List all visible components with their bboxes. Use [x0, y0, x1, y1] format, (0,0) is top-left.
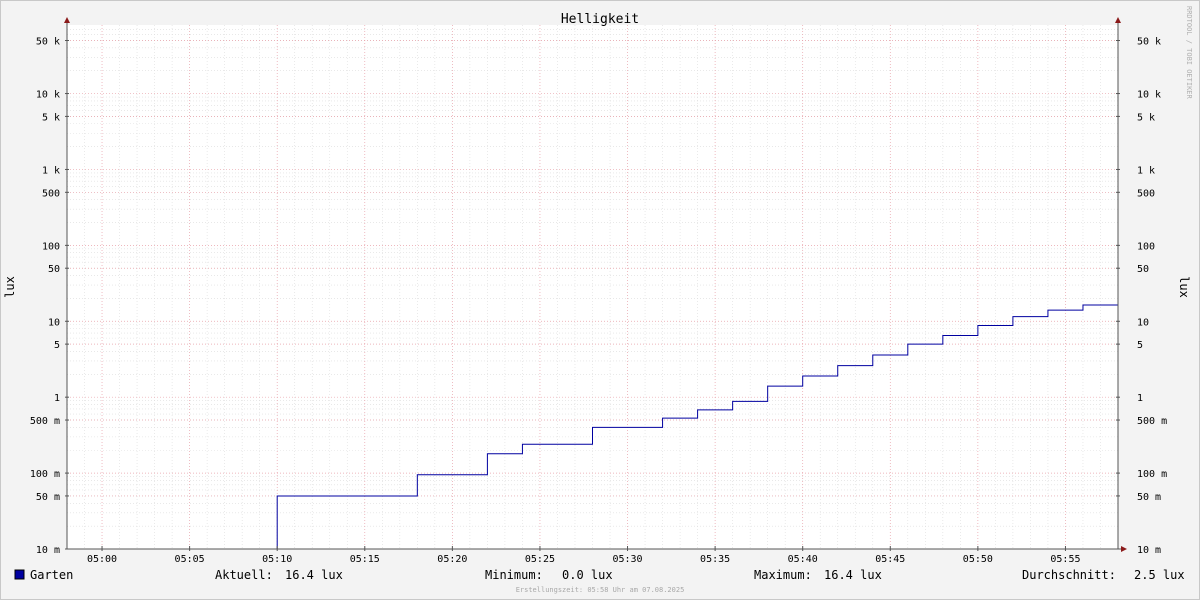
y-tick-label-left: 50 m	[36, 492, 60, 503]
stat-current-label: Aktuell:	[215, 568, 273, 582]
x-tick-label: 05:10	[262, 554, 292, 565]
stat-current-value: 16.4 lux	[285, 568, 343, 582]
stat-max-value: 16.4 lux	[824, 568, 882, 582]
y-tick-label-right: 50	[1137, 264, 1149, 275]
y-tick-label-right: 10	[1137, 317, 1149, 328]
y-tick-label-left: 10	[48, 317, 60, 328]
y-tick-label-right: 50 k	[1137, 36, 1161, 47]
y-tick-label-right: 5 k	[1137, 112, 1155, 123]
legend-label-garten: Garten	[30, 568, 73, 582]
y-axis-label-right: lux	[1177, 276, 1191, 298]
y-tick-label-left: 5 k	[42, 112, 60, 123]
y-tick-label-right: 500	[1137, 188, 1155, 199]
x-tick-label: 05:20	[437, 554, 467, 565]
y-tick-label-left: 50 k	[36, 36, 60, 47]
y-tick-label-left: 5	[54, 340, 60, 351]
y-tick-label-right: 100	[1137, 241, 1155, 252]
y-tick-label-left: 100 m	[30, 469, 60, 480]
stat-max-label: Maximum:	[754, 568, 812, 582]
y-tick-label-left: 500 m	[30, 416, 60, 427]
x-tick-label: 05:55	[1050, 554, 1080, 565]
x-tick-label: 05:15	[350, 554, 380, 565]
y-tick-label-left: 100	[42, 241, 60, 252]
x-tick-label: 05:45	[875, 554, 905, 565]
y-tick-label-left: 10 k	[36, 90, 60, 101]
y-tick-label-left: 10 m	[36, 545, 60, 556]
legend-swatch-garten	[14, 569, 25, 580]
stat-avg-label: Durchschnitt:	[1022, 568, 1116, 582]
y-tick-label-right: 10 m	[1137, 545, 1161, 556]
stat-min-value: 0.0 lux	[562, 568, 613, 582]
stat-avg-value: 2.5 lux	[1134, 568, 1185, 582]
chart-frame: 05:00 05:05 05:10 05:15 05:20 05:25 05:30 05:35…	[0, 0, 1200, 600]
y-tick-label-right: 10 k	[1137, 90, 1161, 101]
y-tick-label-right: 100 m	[1137, 469, 1167, 480]
y-tick-label-left: 50	[48, 264, 60, 275]
y-tick-label-right: 50 m	[1137, 492, 1161, 503]
y-tick-label-right: 1 k	[1137, 165, 1155, 176]
x-tick-label: 05:30	[612, 554, 642, 565]
x-tick-label: 05:35	[700, 554, 730, 565]
x-tick-label: 05:00	[87, 554, 117, 565]
x-tick-label: 05:50	[963, 554, 993, 565]
stat-min-label: Minimum:	[485, 568, 543, 582]
y-tick-label-left: 500	[42, 188, 60, 199]
watermark: RRDTOOL / TOBI OETIKER	[1185, 6, 1193, 100]
chart-title: Helligkeit	[561, 12, 639, 27]
creation-time: Erstellungszeit: 05:58 Uhr am 07.08.2025	[516, 586, 685, 594]
y-tick-label-right: 1	[1137, 393, 1143, 404]
y-tick-label-right: 5	[1137, 340, 1143, 351]
x-tick-label: 05:40	[788, 554, 818, 565]
y-axis-label: lux	[3, 276, 17, 298]
y-tick-label-left: 1	[54, 393, 60, 404]
y-tick-label-left: 1 k	[42, 165, 60, 176]
x-tick-label: 05:25	[525, 554, 555, 565]
y-tick-label-right: 500 m	[1137, 416, 1167, 427]
x-tick-label: 05:05	[175, 554, 205, 565]
